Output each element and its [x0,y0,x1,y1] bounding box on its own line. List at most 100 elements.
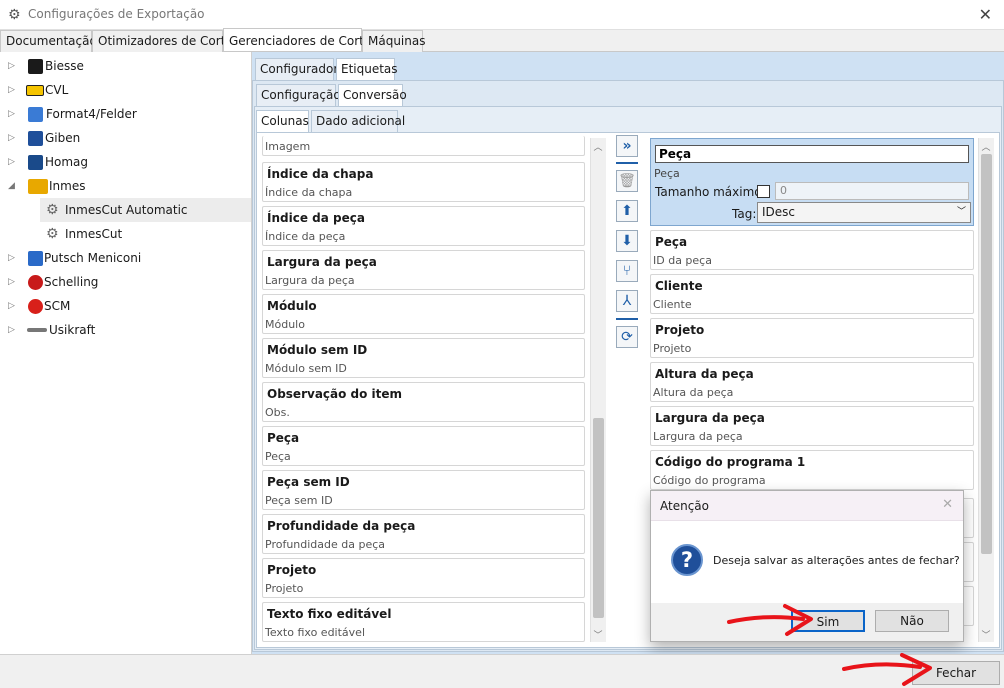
list-item[interactable]: Largura da peça Largura da peça [262,250,585,290]
list-item[interactable]: Peça ID da peça [650,230,974,270]
tree-item-format4[interactable]: ▷ Format4/Felder [8,103,248,125]
move-up-icon[interactable]: ⬆ [616,200,638,222]
selected-column-card[interactable]: Peça Tamanho máximo: 0 Tag: IDesc ﹀ [650,138,974,226]
scroll-up-icon[interactable]: ︿ [979,140,993,153]
tag-select[interactable]: IDesc ﹀ [757,202,971,223]
list-item-sub: Peça sem ID [265,494,333,507]
list-item-title: Peça sem ID [267,475,350,489]
list-item[interactable]: Código do programa 1 Código do programa [650,450,974,490]
gear-icon: ⚙ [46,226,59,242]
cvl-logo-icon [26,85,44,96]
list-item[interactable]: Módulo sem ID Módulo sem ID [262,338,585,378]
collapse-arrow-icon[interactable]: ◢ [8,175,20,197]
expand-arrow-icon[interactable]: ▷ [8,127,20,149]
scroll-up-icon[interactable]: ︿ [591,140,605,153]
list-item[interactable]: Projeto Projeto [650,318,974,358]
inmes-logo-icon [28,179,48,194]
refresh-icon[interactable]: ⟳ [616,326,638,348]
tree-item-usikraft[interactable]: ▷ Usikraft [8,319,248,341]
list-item[interactable]: Peça sem ID Peça sem ID [262,470,585,510]
schelling-logo-icon [28,275,43,290]
delete-icon[interactable]: 🗑 [616,170,638,192]
list-item-title: Módulo [267,299,317,313]
move-down-icon[interactable]: ⬇ [616,230,638,252]
dialog-message: Deseja salvar as alterações antes de fec… [713,554,960,567]
close-icon[interactable]: ✕ [942,497,953,512]
no-button[interactable]: Não [875,610,949,632]
list-item[interactable]: Índice da chapa Índice da chapa [262,162,585,202]
list-item-sub: Módulo sem ID [265,362,347,375]
max-size-input[interactable]: 0 [775,182,969,200]
merge-icon[interactable]: ⑂ [616,260,638,282]
annotation-arrow-icon [842,653,932,686]
scroll-thumb[interactable] [593,418,604,618]
tree-item-giben[interactable]: ▷ Giben [8,127,248,149]
usikraft-logo-icon [27,328,47,332]
add-all-icon[interactable]: » [616,135,638,157]
tree-item-inmescut-automatic[interactable]: ⚙ InmesCut Automatic [46,199,246,221]
list-item-sub: Índice da peça [265,230,346,243]
tab-conversao[interactable]: Conversão [338,84,407,106]
tab-documentacao[interactable]: Documentação [0,30,97,52]
dialog-title: Atenção [660,499,709,513]
list-item[interactable]: Projeto Projeto [262,558,585,598]
tag-label: Tag: [732,207,757,221]
close-icon[interactable]: ✕ [979,5,992,24]
expand-arrow-icon[interactable]: ▷ [8,295,20,317]
list-item[interactable]: Altura da peça Altura da peça [650,362,974,402]
tab-maquinas[interactable]: Máquinas [362,30,425,52]
left-scrollbar[interactable]: ︿ ﹀ [590,138,606,642]
tab-etiquetas[interactable]: Etiquetas [336,58,398,80]
list-item[interactable]: Peça Peça [262,426,585,466]
tab-gerenciadores[interactable]: Gerenciadores de Corte [223,28,371,51]
list-item[interactable]: Cliente Cliente [650,274,974,314]
tab-dado-adicional[interactable]: Dado adicional [311,110,405,132]
list-item[interactable]: Largura da peça Largura da peça [650,406,974,446]
list-item-sub: Projeto [653,342,692,355]
tab-otimizadores[interactable]: Otimizadores de Corte [92,30,233,52]
tree-item-inmescut[interactable]: ⚙ InmesCut [46,223,246,245]
right-scrollbar[interactable]: ︿ ﹀ [978,138,994,642]
tree-item-putsch[interactable]: ▷ Putsch Meniconi [8,247,248,269]
tab-configuracao[interactable]: Configuração [256,84,341,106]
list-item[interactable]: Observação do item Obs. [262,382,585,422]
expand-arrow-icon[interactable]: ▷ [8,247,20,269]
split-icon[interactable]: ⅄ [616,290,638,312]
putsch-logo-icon [28,251,43,266]
list-item-title: Projeto [655,323,705,337]
main-tabs: Documentação Otimizadores de Corte Geren… [0,28,1004,52]
dialog-header: Atenção ✕ [651,491,963,521]
expand-arrow-icon[interactable]: ▷ [8,271,20,293]
tree-item-homag[interactable]: ▷ Homag [8,151,248,173]
scroll-down-icon[interactable]: ﹀ [591,628,605,641]
list-item-sub: Peça [265,450,291,463]
gear-icon: ⚙ [8,7,21,23]
scroll-thumb[interactable] [981,154,992,554]
list-item-title: Largura da peça [267,255,377,269]
title-bar: ⚙ Configurações de Exportação ✕ [0,0,1004,30]
expand-arrow-icon[interactable]: ▷ [8,319,20,341]
scroll-down-icon[interactable]: ﹀ [979,628,993,641]
tree-item-schelling[interactable]: ▷ Schelling [8,271,248,293]
list-item-title: Observação do item [267,387,403,401]
list-item-title: Peça [267,431,300,445]
list-item[interactable]: Módulo Módulo [262,294,585,334]
tree-item-scm[interactable]: ▷ SCM [8,295,248,317]
list-item-title: Módulo sem ID [267,343,368,357]
list-item-sub: Módulo [265,318,305,331]
tab-colunas[interactable]: Colunas [256,110,309,132]
tree-item-cvl[interactable]: ▷ CVL [8,79,248,101]
expand-arrow-icon[interactable]: ▷ [8,55,20,77]
list-item[interactable]: Índice da peça Índice da peça [262,206,585,246]
column-name-input[interactable] [655,145,969,163]
tree-item-biesse[interactable]: ▷ Biesse [8,55,248,77]
list-item-partial[interactable]: Imagem [262,136,585,156]
list-item[interactable]: Texto fixo editável Texto fixo editável [262,602,585,642]
expand-arrow-icon[interactable]: ▷ [8,103,20,125]
max-size-checkbox[interactable] [757,185,770,198]
tab-configurador[interactable]: Configurador [255,58,338,80]
tree-item-inmes[interactable]: ◢ Inmes [8,175,248,197]
expand-arrow-icon[interactable]: ▷ [8,151,20,173]
list-item[interactable]: Profundidade da peça Profundidade da peça [262,514,585,554]
expand-arrow-icon[interactable]: ▷ [8,79,20,101]
